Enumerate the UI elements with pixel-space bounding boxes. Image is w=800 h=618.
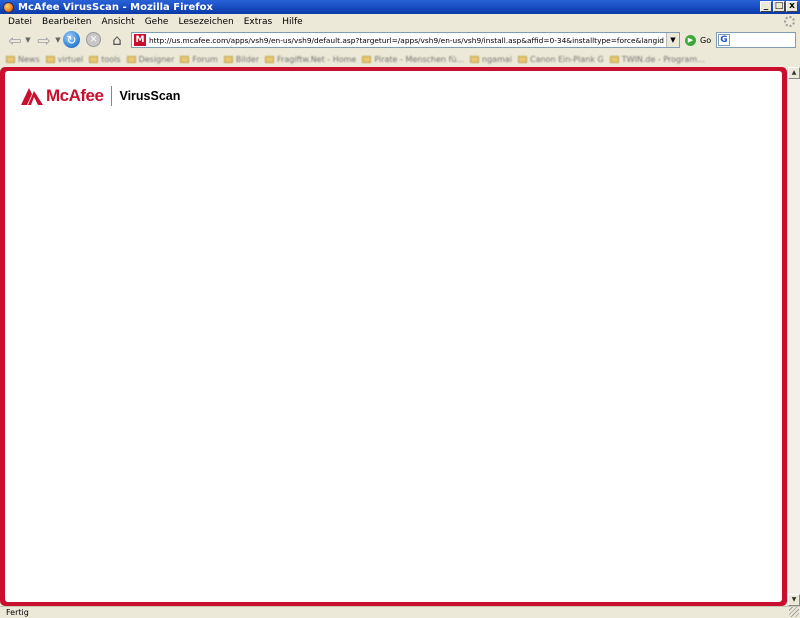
- chevron-down-icon: ▼: [55, 36, 61, 44]
- mcafee-favicon: M: [134, 34, 146, 46]
- status-text: Fertig: [6, 608, 29, 617]
- mcafee-logo: McAfee VirusScan: [19, 85, 180, 107]
- menu-ansicht[interactable]: Ansicht: [96, 17, 139, 27]
- bookmark-item[interactable]: Pirate - Menschen fü...: [362, 55, 464, 64]
- folder-icon: [265, 55, 275, 63]
- forward-arrow-icon: ⇨: [37, 30, 51, 50]
- search-engine-icon[interactable]: G: [718, 34, 730, 46]
- bookmark-item[interactable]: Bilder: [223, 55, 259, 64]
- back-history-dropdown[interactable]: ▼: [24, 35, 32, 45]
- bookmark-item[interactable]: TWIN.de - Program...: [609, 55, 705, 64]
- menu-bar: Datei Bearbeiten Ansicht Gehe Lesezeiche…: [0, 14, 800, 29]
- url-text[interactable]: http://us.mcafee.com/apps/vsh9/en-us/vsh…: [149, 36, 664, 45]
- page-content: McAfee VirusScan: [5, 71, 782, 602]
- scroll-down-button[interactable]: ▼: [788, 594, 800, 606]
- navigation-toolbar: ⇦ ▼ ⇨ ▼ ↻ ✕ ⌂ M http://us.mcafee.com/app…: [0, 29, 800, 51]
- title-bar: McAfee VirusScan - Mozilla Firefox _ □ x: [0, 0, 800, 14]
- back-arrow-icon: ⇦: [8, 30, 22, 50]
- folder-icon: [6, 55, 15, 63]
- logo-divider: [111, 86, 113, 106]
- folder-icon: [609, 55, 619, 63]
- menu-gehe[interactable]: Gehe: [140, 17, 174, 27]
- menu-hilfe[interactable]: Hilfe: [277, 17, 307, 27]
- scroll-up-button[interactable]: ▲: [788, 67, 800, 79]
- menu-lesezeichen[interactable]: Lesezeichen: [173, 17, 238, 27]
- forward-button[interactable]: ⇨: [34, 30, 54, 50]
- folder-icon: [362, 55, 372, 63]
- folder-icon: [180, 55, 190, 63]
- back-button[interactable]: ⇦: [5, 30, 25, 50]
- bookmark-item[interactable]: News: [6, 55, 40, 64]
- go-label: Go: [700, 35, 712, 45]
- folder-icon: [89, 55, 99, 63]
- chevron-down-icon: ▼: [25, 36, 31, 44]
- bookmark-item[interactable]: Canon Ein-Plank G: [518, 55, 604, 64]
- bookmark-item[interactable]: ngamai: [470, 55, 512, 64]
- bookmarks-toolbar: News virtuel tools Designer Forum Bilder…: [0, 52, 800, 66]
- menu-datei[interactable]: Datei: [3, 17, 37, 27]
- folder-icon: [518, 55, 527, 63]
- home-icon: ⌂: [112, 30, 122, 49]
- resize-grip[interactable]: [789, 607, 799, 617]
- page-content-frame: McAfee VirusScan: [0, 67, 787, 606]
- brand-name: McAfee: [46, 86, 104, 105]
- go-icon: ▶: [685, 34, 696, 46]
- status-bar: Fertig: [0, 606, 800, 618]
- reload-button[interactable]: ↻: [63, 31, 80, 48]
- search-input[interactable]: G: [716, 32, 796, 48]
- folder-icon: [126, 55, 136, 63]
- folder-icon: [470, 55, 480, 63]
- bookmark-item[interactable]: Forum: [180, 55, 218, 64]
- bookmark-item[interactable]: tools: [89, 55, 121, 64]
- window-controls: _ □ x: [760, 1, 798, 12]
- throbber-icon: [784, 16, 795, 27]
- close-button[interactable]: x: [786, 1, 798, 12]
- address-bar[interactable]: M http://us.mcafee.com/apps/vsh9/en-us/v…: [131, 32, 680, 48]
- go-button[interactable]: ▶ Go: [685, 33, 715, 47]
- forward-history-dropdown[interactable]: ▼: [54, 35, 62, 45]
- firefox-icon: [3, 1, 14, 13]
- stop-button[interactable]: ✕: [86, 32, 101, 47]
- product-name: VirusScan: [119, 89, 181, 103]
- window-title: McAfee VirusScan - Mozilla Firefox: [18, 1, 213, 13]
- menu-extras[interactable]: Extras: [239, 17, 277, 27]
- minimize-button[interactable]: _: [760, 1, 772, 12]
- url-history-dropdown[interactable]: ▼: [666, 33, 679, 47]
- bookmark-item[interactable]: Fragiftw.Net - Home: [265, 55, 356, 64]
- mcafee-shield-icon: [21, 88, 43, 105]
- stop-icon: ✕: [89, 34, 98, 45]
- reload-icon: ↻: [66, 32, 77, 47]
- vertical-scrollbar[interactable]: ▲ ▼: [787, 67, 800, 606]
- home-button[interactable]: ⌂: [108, 30, 126, 49]
- folder-icon: [223, 55, 233, 63]
- bookmark-item[interactable]: virtuel: [45, 55, 83, 64]
- bookmark-item[interactable]: Designer: [126, 55, 174, 64]
- folder-icon: [45, 55, 55, 63]
- maximize-button[interactable]: □: [773, 1, 785, 12]
- menu-bearbeiten[interactable]: Bearbeiten: [37, 17, 96, 27]
